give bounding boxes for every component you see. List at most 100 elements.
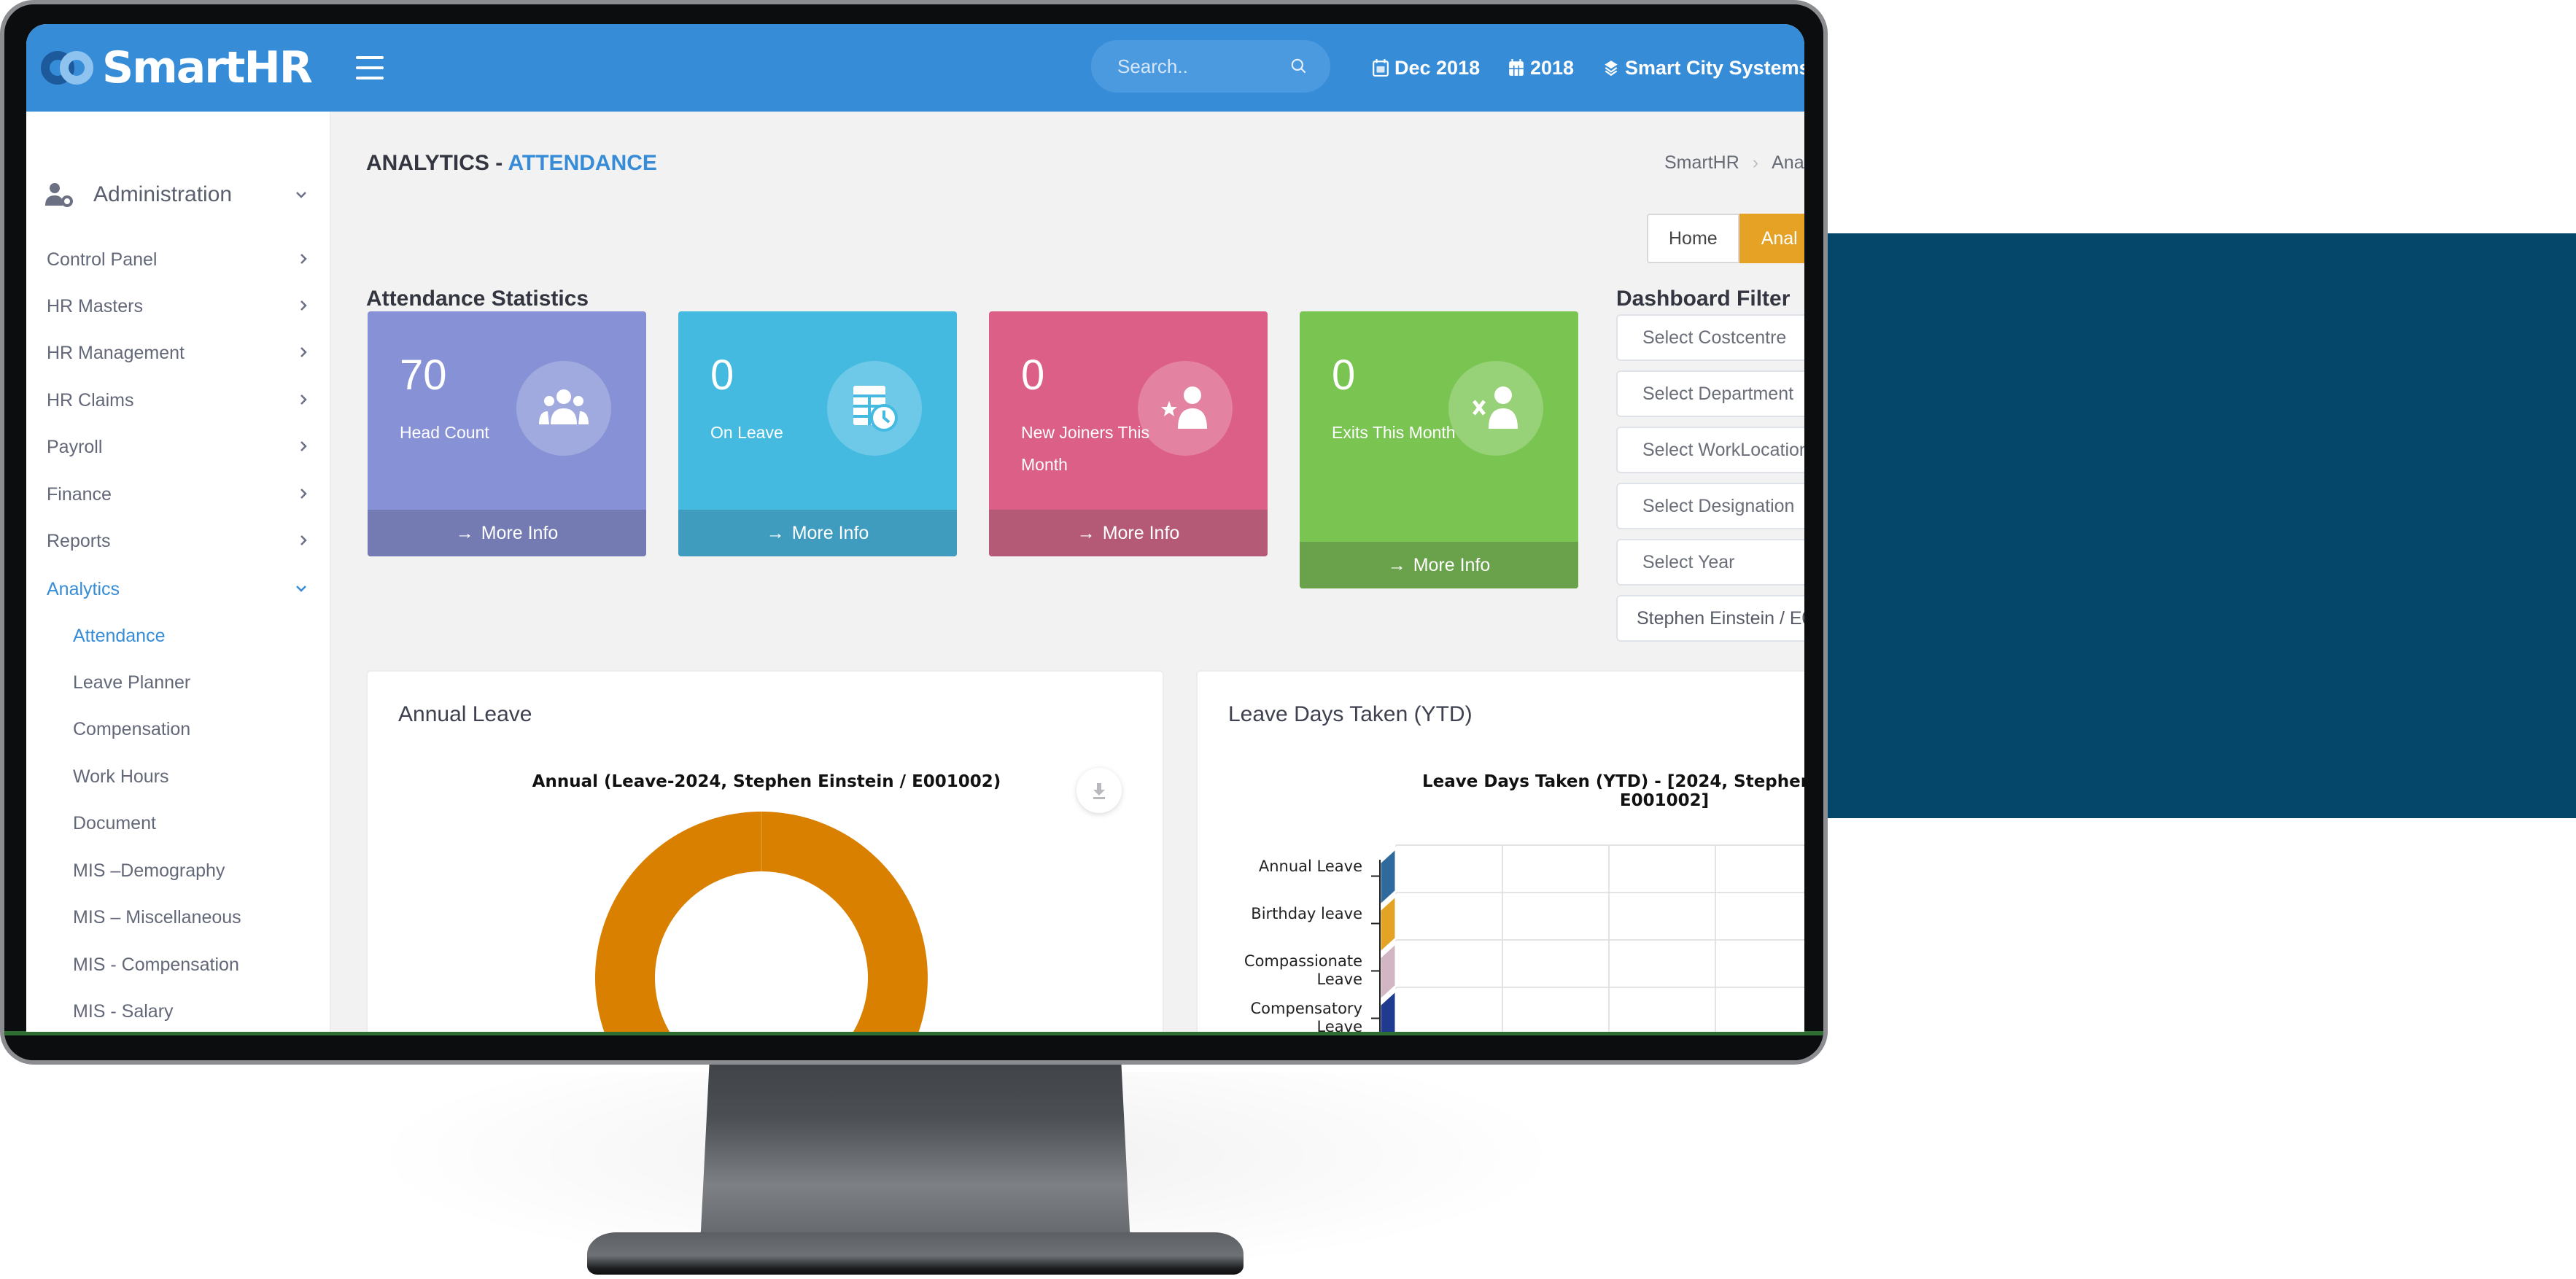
stat-card-new-joiners[interactable]: 0 New Joiners This Month → More Info (989, 311, 1268, 556)
sidebar-item-label: Analytics (47, 578, 120, 599)
users-group-icon (516, 361, 611, 456)
search-icon[interactable] (1289, 57, 1308, 76)
costcentre-select[interactable]: Select Costcentre (1616, 314, 1804, 361)
sidebar-item-analytics[interactable]: Analytics (47, 571, 308, 607)
sidebar-item-reports[interactable]: Reports (47, 523, 308, 559)
chevron-right-icon (299, 533, 308, 548)
sidebar-item-label: HR Claims (47, 389, 134, 411)
designation-select[interactable]: Select Designation (1616, 483, 1804, 529)
monitor-stand-neck (697, 1057, 1134, 1254)
page-title-accent: ATTENDANCE (508, 151, 657, 175)
search-box (1091, 40, 1330, 93)
menu-toggle-icon[interactable] (356, 56, 384, 79)
chevron-right-icon (299, 298, 308, 313)
breadcrumb-item[interactable]: Ana (1772, 152, 1804, 174)
analytics-button[interactable]: Anal (1739, 214, 1804, 263)
sidebar-subitem-mis-compensation[interactable]: MIS - Compensation (73, 946, 306, 983)
year-select[interactable]: Select Year (1616, 539, 1804, 586)
more-info-link[interactable]: → More Info (678, 510, 957, 556)
arrow-right-icon: → (1387, 554, 1406, 575)
company-label: Smart City Systems (1625, 56, 1804, 79)
stat-value: 0 (1332, 351, 1356, 399)
employee-select[interactable]: Stephen Einstein / E001002 (1616, 595, 1804, 642)
sidebar-subitem-mis-demography[interactable]: MIS –Demography (73, 852, 306, 889)
marketing-stage: SmartHR Dec 2018 2018 Smart City S (0, 0, 2576, 1279)
sidebar-subitem-leave-planner[interactable]: Leave Planner (73, 664, 306, 701)
year-selector[interactable]: 2018 (1508, 53, 1574, 82)
top-header: SmartHR Dec 2018 2018 Smart City S (26, 24, 1804, 112)
page-title-prefix: ANALYTICS - (366, 151, 508, 175)
chevron-right-icon (299, 392, 308, 407)
company-selector[interactable]: Smart City Systems (1603, 53, 1804, 82)
sidebar-item-finance[interactable]: Finance (47, 476, 308, 513)
dashboard-filter-title: Dashboard Filter (1616, 287, 1791, 311)
layers-icon (1605, 61, 1618, 77)
arrow-right-icon: → (1076, 522, 1095, 543)
more-info-link[interactable]: → More Info (368, 510, 646, 556)
sidebar-item-label: Reports (47, 530, 111, 551)
page-title: ANALYTICS - ATTENDANCE (366, 151, 657, 176)
sidebar-item-label: Payroll (47, 436, 103, 457)
more-info-label: More Info (791, 522, 869, 543)
y-axis-label: Birthday leave (1251, 904, 1362, 922)
stat-card-on-leave[interactable]: 0 On Leave → More Info (678, 311, 957, 556)
stat-caption: Exits This Month (1332, 423, 1456, 442)
user-x-icon (1448, 361, 1543, 456)
backdrop-band (1809, 233, 2576, 818)
stat-card-exits[interactable]: 0 Exits This Month → More Info (1300, 311, 1578, 588)
logo-mark-icon (41, 47, 98, 89)
sidebar-item-hr-masters[interactable]: HR Masters (47, 288, 308, 324)
breadcrumb-separator-icon: › (1752, 152, 1759, 173)
stat-caption: Head Count (400, 423, 489, 442)
y-axis-label: Annual Leave (1258, 857, 1362, 875)
more-info-link[interactable]: → More Info (1300, 542, 1578, 588)
breadcrumb-buttons: Home Anal (1647, 214, 1804, 263)
arrow-right-icon: → (766, 522, 785, 543)
monitor-bezel: SmartHR Dec 2018 2018 Smart City S (0, 0, 1828, 1065)
worklocation-select[interactable]: Select WorkLocation (1616, 427, 1804, 473)
calendar-icon (1373, 59, 1389, 77)
sidebar-item-label: HR Management (47, 342, 185, 363)
donut-chart (595, 812, 928, 1032)
year-label: 2018 (1530, 56, 1575, 79)
sidebar-subitem-attendance[interactable]: Attendance (73, 618, 306, 654)
sidebar-subitem-document[interactable]: Document (73, 805, 306, 841)
sidebar-item-control-panel[interactable]: Control Panel (47, 241, 308, 278)
sidebar-item-hr-management[interactable]: HR Management (47, 335, 308, 371)
breadcrumb-item[interactable]: SmartHR (1664, 152, 1739, 174)
more-info-label: More Info (1413, 554, 1491, 575)
sidebar-item-payroll[interactable]: Payroll (47, 429, 308, 465)
sidebar-subitem-mis-salary[interactable]: MIS - Salary (73, 993, 306, 1030)
sidebar-subitem-work-hours[interactable]: Work Hours (73, 758, 306, 795)
sidebar-section-label: Administration (93, 182, 233, 206)
chevron-right-icon (299, 486, 308, 501)
calendar-clock-icon (827, 361, 922, 456)
home-button[interactable]: Home (1647, 214, 1739, 263)
department-select[interactable]: Select Department (1616, 370, 1804, 417)
sidebar-item-label: Finance (47, 483, 112, 505)
sidebar-subitem-mis-miscellaneous[interactable]: MIS – Miscellaneous (73, 899, 306, 936)
arrow-right-icon: → (455, 522, 474, 543)
y-axis-label: Compassionate Leave (1244, 952, 1362, 988)
chevron-down-icon (295, 190, 308, 199)
search-input[interactable] (1117, 40, 1285, 93)
user-gear-icon (45, 183, 73, 207)
breadcrumb: SmartHR › Ana (1664, 152, 1804, 174)
calendar-grid-icon (1509, 59, 1524, 76)
monitor-chin (4, 1031, 1823, 1060)
chevron-right-icon (299, 345, 308, 359)
brand-logo[interactable]: SmartHR (41, 42, 313, 94)
sidebar-section-administration[interactable]: Administration (45, 176, 308, 214)
user-star-icon (1138, 361, 1233, 456)
stat-card-head-count[interactable]: 70 Head Count → More Info (368, 311, 646, 556)
month-selector[interactable]: Dec 2018 (1373, 53, 1480, 82)
stat-caption: New Joiners This Month (1021, 423, 1149, 474)
sidebar-subitem-compensation[interactable]: Compensation (73, 711, 306, 747)
annual-leave-panel: Annual Leave Annual (Leave-2024, Stephen… (366, 670, 1164, 1032)
sidebar-item-label: HR Masters (47, 295, 143, 316)
chevron-right-icon (299, 439, 308, 454)
more-info-link[interactable]: → More Info (989, 510, 1268, 556)
sidebar-item-hr-claims[interactable]: HR Claims (47, 382, 308, 419)
sidebar-item-label: Control Panel (47, 249, 158, 270)
stat-value: 70 (400, 351, 447, 399)
